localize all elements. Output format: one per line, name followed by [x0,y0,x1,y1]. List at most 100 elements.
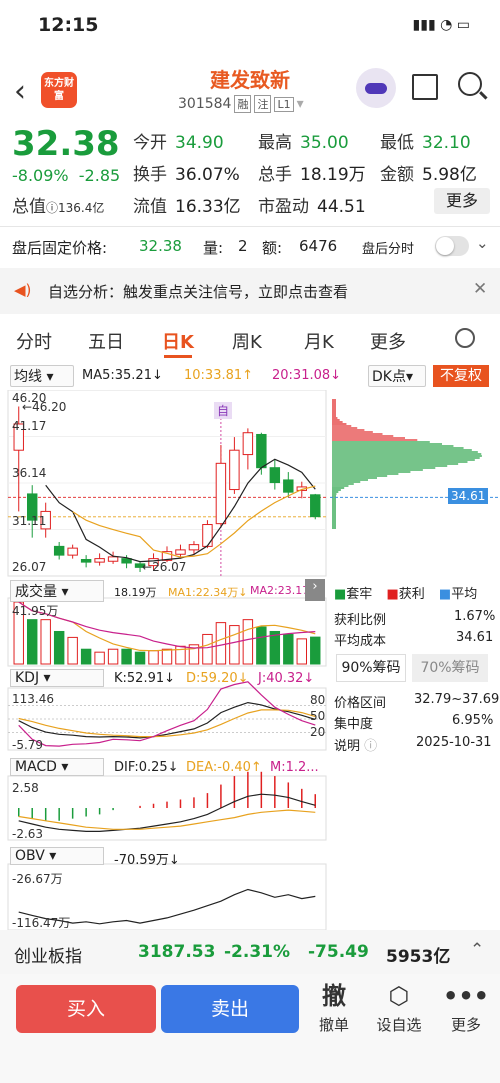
index-bar[interactable]: 创业板指 3187.53 -2.31% -75.49 5953亿 ⌃ [0,930,500,974]
macd-ymin: -2.63 [12,827,44,841]
chevron-down-icon[interactable]: ⌄ [476,234,489,252]
chip-range-value: 32.79~37.69 [414,692,500,707]
ma10-value: 10:33.81↑ [184,368,254,383]
tab-intraday[interactable]: 分时 [16,328,52,354]
chip-cost-value: 34.61 [456,630,494,645]
volume-bar [148,650,159,665]
dk-label: DK点 [372,369,406,385]
macd-select[interactable]: MACD ▾ [10,758,104,776]
volume-bar [215,622,227,665]
volume-bar [134,651,146,665]
candle-body [107,556,119,562]
chevron-up-icon[interactable]: ⌃ [470,940,484,960]
candle-body [121,558,132,564]
volume-bar [202,633,213,665]
alert-button[interactable]: ⬡ 设自选 [373,982,425,1035]
quote-field: 市盈动 44.51 [258,192,366,217]
gear-icon[interactable] [455,328,475,348]
cancel-order-button[interactable]: 撤撤单 [308,982,360,1035]
macd-dea: DEA:-0.40↑ [186,760,262,775]
kdj-select[interactable]: KDJ ▾ [10,669,104,687]
kline-y3: 36.14 [12,466,47,480]
more-button[interactable]: 更多 [434,188,490,214]
ma5-value: MA5:35.21↓ [82,368,163,383]
candle-body [283,479,294,493]
chip-note[interactable]: 说明 ⓘ [334,735,377,754]
candle-body [80,558,92,563]
chip-note-label: 说明 [334,739,361,754]
index-amount: 5953亿 [386,947,451,967]
macd-ymax: 2.58 [12,781,39,795]
tab-monthly-k[interactable]: 月K [304,328,334,354]
quote-field-value: 16.33亿 [175,197,241,217]
assistant-icon[interactable] [356,68,396,108]
after-hours-timeshare-label: 盘后分时 [362,242,415,257]
macd-dif-line [18,793,316,832]
expand-arrow-icon[interactable]: › [305,579,325,601]
tag-registered: 注 [254,95,272,113]
quote-field: 最低 32.10 [380,128,471,153]
chip-profit-value: 1.67% [454,609,496,624]
macd-label: MACD [15,759,57,775]
quote-field-value: 35.00 [300,133,349,153]
legend-profit: 获利 [398,587,425,602]
search-icon[interactable] [458,72,482,96]
volume-bar [40,619,51,665]
tab-chip-70[interactable]: 70%筹码 [412,654,488,682]
tag-margin: 融 [234,95,252,113]
quote-field-value: 18.19万 [300,165,366,185]
quote-field-label: 换手 [133,165,167,185]
kdj-d-line [18,709,316,738]
quote-field-value: 5.98亿 [422,165,477,185]
obv-ymax: -26.67万 [12,872,63,886]
index-name: 创业板指 [14,947,82,967]
info-icon: ⓘ [364,739,378,754]
buy-button[interactable]: 买入 [16,985,156,1033]
volume-bar [310,636,321,665]
after-hours-amt-label: 额: [262,239,283,257]
quote-field-label: 最低 [380,133,414,153]
quote-field: 最高 35.00 [258,128,349,153]
candle-body [175,549,186,555]
stock-header: ‹ 东方财富 建发致新 301584 融 注 L1 ▾ [0,62,500,120]
current-price: 32.38 [12,124,120,164]
kdj-level-80: 80 [310,693,326,707]
volume-bar [256,626,267,665]
chip-cost-label: 平均成本 [334,634,387,649]
share-icon[interactable] [412,74,438,100]
chip-conc-value: 6.95% [452,713,494,728]
dk-select[interactable]: DK点▾ [368,365,426,387]
tab-daily-k[interactable]: 日K [162,328,194,358]
index-pct: -2.31% [224,942,291,962]
kdj-k-line [18,701,316,739]
macd-dea-line [18,809,316,830]
tab-more[interactable]: 更多 [370,328,406,354]
quote-field: 今开 34.90 [133,128,224,153]
more-menu-label: 更多 [450,1016,481,1034]
adjust-button[interactable]: 不复权 [433,365,489,387]
quote-field-label: 流值 [133,197,167,217]
kdj-d: D:59.20↓ [186,671,249,686]
obv-select[interactable]: OBV ▾ [10,847,104,865]
kline-y4: 31.11 [12,514,47,528]
after-hours-toggle[interactable] [435,236,469,256]
volume-bar [229,625,240,665]
index-change: -75.49 [308,942,369,962]
volume-bar [94,651,105,665]
stock-code-row[interactable]: 301584 融 注 L1 ▾ [178,95,304,113]
volume-select[interactable]: 成交量 ▾ [10,580,104,602]
quote-panel: 32.38 -8.09% -2.85 总值ⓘ136.4亿 今开 34.90 最高 35… [0,122,500,222]
sell-button[interactable]: 卖出 [161,985,299,1033]
quote-field-label: 市盈动 [258,197,309,217]
chip-distribution-chart [330,399,500,529]
quote-field-value: 44.51 [317,197,366,217]
tab-chip-90[interactable]: 90%筹码 [336,654,406,682]
more-menu-button[interactable]: ••• 更多 [440,982,492,1035]
ma-type-select[interactable]: 均线 ▾ [10,365,74,387]
close-icon[interactable]: ✕ [473,279,487,299]
tab-weekly-k[interactable]: 周K [232,328,262,354]
volume-bar [242,619,254,665]
kdj-k: K:52.91↓ [114,671,176,686]
tab-five-day[interactable]: 五日 [88,328,124,354]
analysis-banner[interactable]: ◀) 自选分析：触发重点关注信号，立即点击查看 ✕ [0,268,500,314]
